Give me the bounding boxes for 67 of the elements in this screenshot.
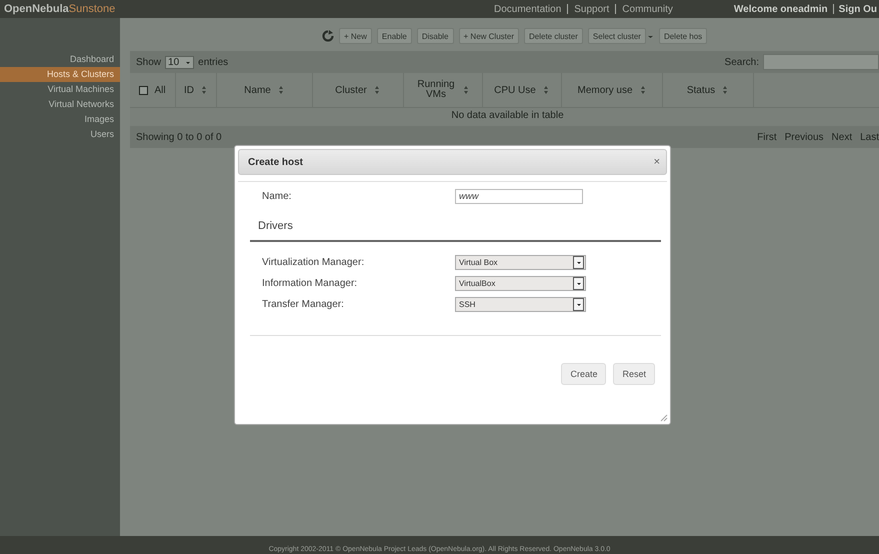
pager-link[interactable]: First [757, 132, 777, 142]
sort-icon [372, 85, 381, 95]
column-header[interactable]: All [154, 84, 166, 96]
header-link[interactable]: Support [574, 4, 610, 14]
empty-message: No data available in table [450, 109, 565, 123]
pager-link[interactable]: Previous [784, 132, 824, 142]
pager-link[interactable]: Next [832, 132, 852, 142]
name-field[interactable]: www [455, 188, 583, 204]
caret-icon [576, 281, 582, 286]
column-header[interactable]: CPU Use [494, 84, 536, 96]
field-label: Information Manager: [262, 278, 358, 289]
sign-out-link[interactable]: Sign Ou [838, 4, 877, 14]
sidebar-item[interactable]: Users [0, 127, 120, 142]
header-link[interactable]: Documentation [494, 4, 562, 14]
toolbar-button[interactable]: Delete cluster [524, 28, 583, 44]
sidebar-item[interactable]: Images [0, 112, 120, 127]
header-link[interactable]: Community [622, 4, 673, 14]
search-field[interactable] [763, 54, 879, 70]
field-label: Virtualization Manager: [262, 257, 366, 268]
sidebar-item[interactable]: Virtual Machines [0, 82, 120, 97]
logo-text: OpenNebula [4, 3, 69, 15]
welcome-text: Welcome oneadmin [734, 4, 828, 14]
column-header[interactable]: ID [184, 84, 194, 96]
pager-link[interactable]: Last [860, 132, 879, 142]
close-icon[interactable]: × [654, 156, 660, 168]
section-title: Drivers [257, 219, 294, 234]
table-info: Showing 0 to 0 of 0 [136, 132, 222, 142]
sort-icon [462, 85, 470, 95]
sidebar-item[interactable]: Dashboard [0, 52, 120, 67]
dropdown[interactable]: SSH [455, 297, 586, 312]
field-label: Name: [262, 190, 292, 202]
toolbar-button[interactable]: Disable [416, 28, 454, 44]
sort-icon [200, 85, 208, 95]
dialog-button[interactable]: Reset [613, 363, 655, 385]
sort-icon [638, 85, 646, 95]
refresh-icon[interactable] [322, 30, 334, 42]
dropdown[interactable]: Virtual Box [455, 255, 586, 270]
logo-subtitle: Sunstone [68, 3, 116, 15]
sort-icon [721, 85, 730, 95]
dialog-title: Create host [248, 156, 304, 168]
resize-grip-icon[interactable] [660, 414, 668, 422]
column-header[interactable]: Status [686, 84, 716, 96]
column-header[interactable]: Cluster [335, 84, 367, 96]
column-header[interactable]: Name [244, 84, 271, 96]
toolbar-button[interactable]: Delete hos [658, 28, 708, 44]
toolbar-button[interactable]: + New Cluster [458, 28, 519, 44]
entries-label: entries [198, 56, 228, 68]
dropdown[interactable]: VirtualBox [455, 276, 586, 291]
checkbox[interactable] [139, 86, 148, 94]
toolbar-button[interactable]: + New [339, 28, 372, 44]
sort-icon [276, 85, 285, 95]
sidebar-item[interactable]: Virtual Networks [0, 97, 120, 112]
search-label: Search: [724, 56, 759, 68]
dialog-button[interactable]: Create [561, 363, 606, 385]
sidebar-item[interactable]: Hosts & Clusters [0, 67, 120, 82]
sort-icon [542, 85, 550, 95]
toolbar-button[interactable]: Enable [376, 28, 412, 44]
caret-icon [185, 60, 192, 64]
column-header[interactable]: Running VMs [416, 80, 456, 100]
field-label: Transfer Manager: [262, 299, 345, 310]
page-size-select[interactable]: 10 [165, 56, 194, 68]
caret-icon [576, 302, 582, 307]
show-label: Show [136, 56, 162, 68]
column-header[interactable]: Memory use [577, 84, 632, 96]
toolbar-button[interactable]: Select cluster [588, 28, 646, 44]
caret-icon [576, 260, 582, 265]
caret-icon[interactable] [646, 34, 654, 38]
